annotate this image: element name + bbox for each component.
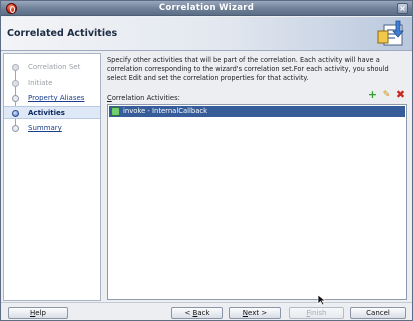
step-current-marker-icon (12, 110, 19, 117)
step-marker-icon (12, 95, 19, 102)
next-button[interactable]: Next > (229, 307, 281, 319)
step-marker-icon (12, 64, 19, 71)
wizard-header: Correlated Activities (1, 17, 412, 51)
step-property-aliases[interactable]: Property Aliases (4, 92, 100, 105)
step-label: Correlation Set (28, 63, 81, 71)
delete-icon[interactable]: ✖ (395, 89, 406, 101)
step-initiate: Initiate (4, 77, 100, 90)
cancel-button[interactable]: Cancel (350, 307, 406, 319)
correlation-activities-label: Correlation Activities: (107, 94, 180, 102)
close-window-button[interactable]: × (397, 3, 408, 14)
wizard-steps-panel: Correlation Set Initiate Property Aliase… (3, 53, 101, 301)
help-button[interactable]: Help (8, 307, 68, 319)
step-correlation-set: Correlation Set (4, 61, 100, 74)
step-marker-icon (12, 80, 19, 87)
next-label: ext > (248, 309, 268, 317)
finish-button[interactable]: Finish (289, 307, 344, 319)
step-label[interactable]: Summary (28, 124, 62, 132)
label-text: orrelation Activities: (111, 94, 180, 102)
step-activities[interactable]: Activities (4, 106, 100, 119)
mouse-cursor-icon (317, 294, 327, 306)
page-title: Correlated Activities (7, 28, 118, 39)
step-label: Activities (28, 109, 65, 117)
list-item[interactable]: invoke - InternalCallback (109, 106, 405, 117)
step-label[interactable]: Property Aliases (28, 94, 84, 102)
title-bar[interactable]: Correlation Wizard × (1, 1, 412, 16)
help-label: elp (35, 309, 46, 317)
list-item-text: invoke - InternalCallback (123, 107, 208, 115)
correlation-wizard-window: Correlation Wizard × Correlated Activiti… (0, 0, 413, 321)
instructions-text: Specify other activities that will be pa… (107, 56, 389, 82)
window-title: Correlation Wizard (158, 3, 255, 13)
step-summary[interactable]: Summary (4, 122, 100, 135)
step-marker-icon (12, 125, 19, 132)
edit-pencil-icon[interactable]: ✎ (381, 90, 392, 101)
back-prefix: < (184, 309, 193, 317)
step-label: Initiate (28, 79, 53, 87)
invoke-activity-icon (111, 107, 120, 116)
finish-label: inish (310, 309, 327, 317)
main-content: Specify other activities that will be pa… (105, 53, 410, 301)
back-label: ack (197, 309, 210, 317)
wizard-banner-icon (377, 20, 404, 46)
correlation-activities-list[interactable]: invoke - InternalCallback (107, 104, 407, 300)
add-icon[interactable]: + (367, 89, 378, 101)
button-bar: Help < Back Next > Finish Cancel (1, 302, 412, 320)
back-button[interactable]: < Back (171, 307, 223, 319)
